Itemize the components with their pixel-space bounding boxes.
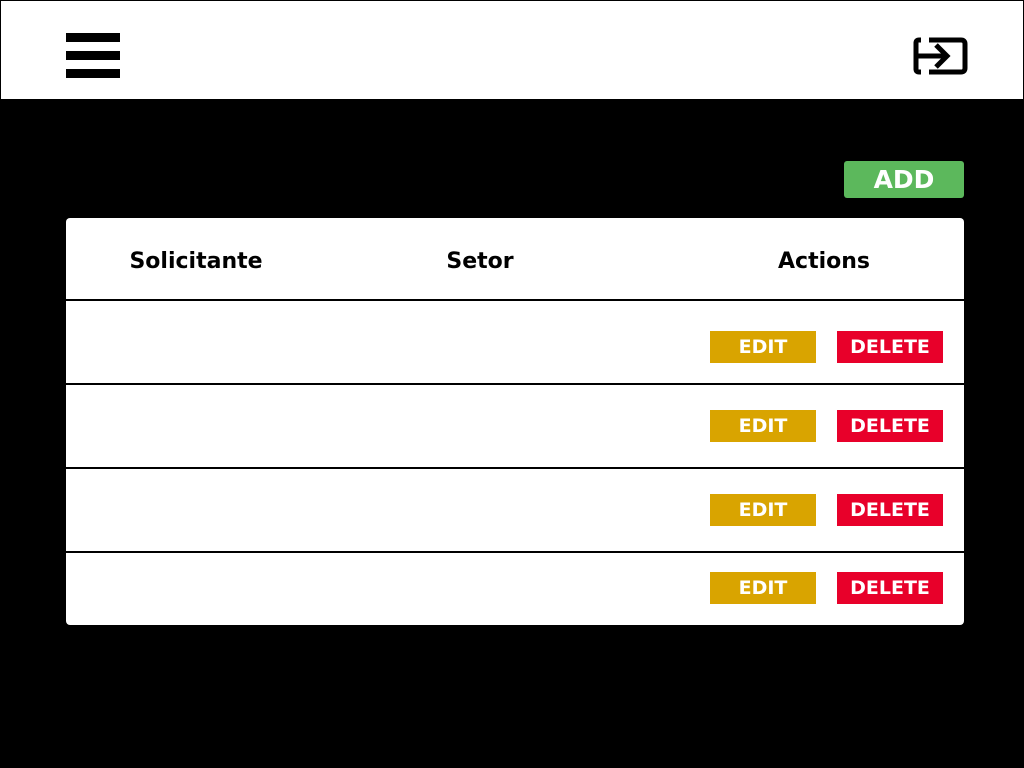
add-button[interactable]: ADD — [844, 161, 964, 198]
column-header-actions: Actions — [778, 249, 870, 274]
row-divider — [66, 467, 964, 469]
requests-table: Solicitante Setor Actions EDIT DELETE ED… — [66, 218, 964, 625]
logout-icon[interactable] — [913, 28, 969, 84]
column-header-solicitante: Solicitante — [129, 249, 263, 274]
delete-button[interactable]: DELETE — [837, 494, 943, 526]
delete-button[interactable]: DELETE — [837, 331, 943, 363]
top-header — [1, 1, 1023, 99]
edit-button[interactable]: EDIT — [710, 572, 816, 604]
edit-button[interactable]: EDIT — [710, 331, 816, 363]
row-divider — [66, 299, 964, 301]
menu-bar — [66, 51, 120, 60]
menu-bar — [66, 33, 120, 42]
edit-button[interactable]: EDIT — [710, 410, 816, 442]
logout-icon-graphic — [913, 37, 968, 75]
edit-button[interactable]: EDIT — [710, 494, 816, 526]
row-divider — [66, 551, 964, 553]
menu-bar — [66, 69, 120, 78]
row-divider — [66, 383, 964, 385]
delete-button[interactable]: DELETE — [837, 410, 943, 442]
delete-button[interactable]: DELETE — [837, 572, 943, 604]
column-header-setor: Setor — [446, 249, 514, 274]
hamburger-menu-icon[interactable] — [66, 33, 120, 78]
